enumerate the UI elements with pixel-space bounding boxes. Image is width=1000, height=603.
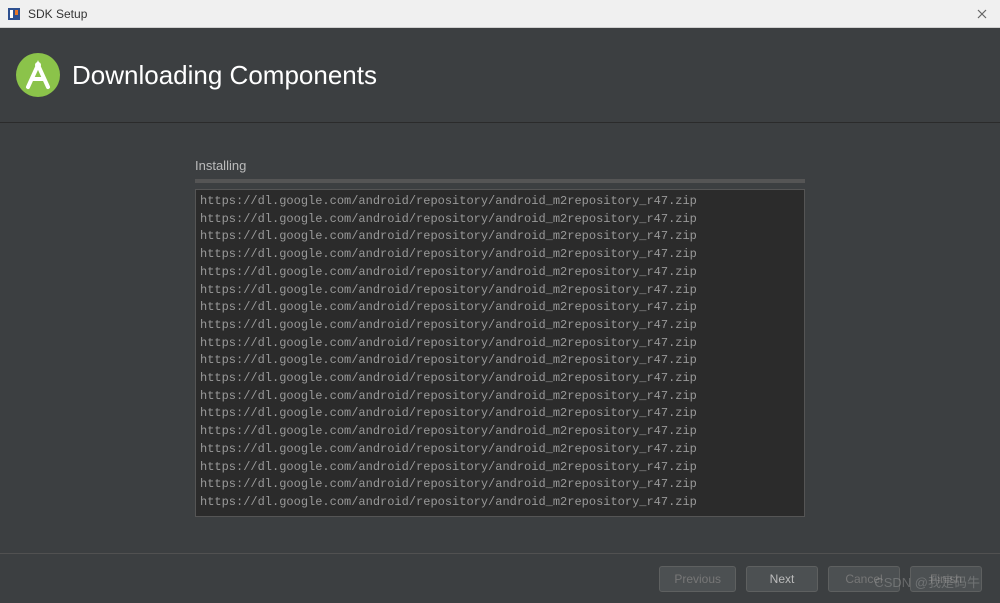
close-icon[interactable]	[972, 4, 992, 24]
log-line: https://dl.google.com/android/repository…	[198, 282, 802, 300]
progress-bar	[195, 179, 805, 183]
installing-label: Installing	[195, 158, 805, 173]
log-line: https://dl.google.com/android/repository…	[198, 405, 802, 423]
log-line: https://dl.google.com/android/repository…	[198, 193, 802, 211]
page-title: Downloading Components	[72, 60, 377, 91]
log-line: https://dl.google.com/android/repository…	[198, 494, 802, 512]
log-line: https://dl.google.com/android/repository…	[198, 299, 802, 317]
log-line: https://dl.google.com/android/repository…	[198, 370, 802, 388]
finish-button[interactable]: Finish	[910, 566, 982, 592]
footer: Previous Next Cancel Finish	[0, 553, 1000, 603]
content-area: Installing https://dl.google.com/android…	[0, 123, 1000, 553]
log-line: https://dl.google.com/android/repository…	[198, 388, 802, 406]
log-line: https://dl.google.com/android/repository…	[198, 335, 802, 353]
header: Downloading Components	[0, 28, 1000, 123]
titlebar: SDK Setup	[0, 0, 1000, 28]
log-line: https://dl.google.com/android/repository…	[198, 228, 802, 246]
log-line: https://dl.google.com/android/repository…	[198, 317, 802, 335]
next-button[interactable]: Next	[746, 566, 818, 592]
window-title: SDK Setup	[28, 7, 87, 21]
app-icon	[6, 6, 22, 22]
log-line: https://dl.google.com/android/repository…	[198, 352, 802, 370]
previous-button[interactable]: Previous	[659, 566, 736, 592]
log-line: https://dl.google.com/android/repository…	[198, 441, 802, 459]
log-line: https://dl.google.com/android/repository…	[198, 423, 802, 441]
log-output[interactable]: https://dl.google.com/android/repository…	[195, 189, 805, 517]
log-line: https://dl.google.com/android/repository…	[198, 264, 802, 282]
log-line: https://dl.google.com/android/repository…	[198, 459, 802, 477]
android-studio-icon	[14, 51, 62, 99]
log-line: https://dl.google.com/android/repository…	[198, 211, 802, 229]
log-line: https://dl.google.com/android/repository…	[198, 476, 802, 494]
cancel-button[interactable]: Cancel	[828, 566, 900, 592]
log-line: https://dl.google.com/android/repository…	[198, 246, 802, 264]
